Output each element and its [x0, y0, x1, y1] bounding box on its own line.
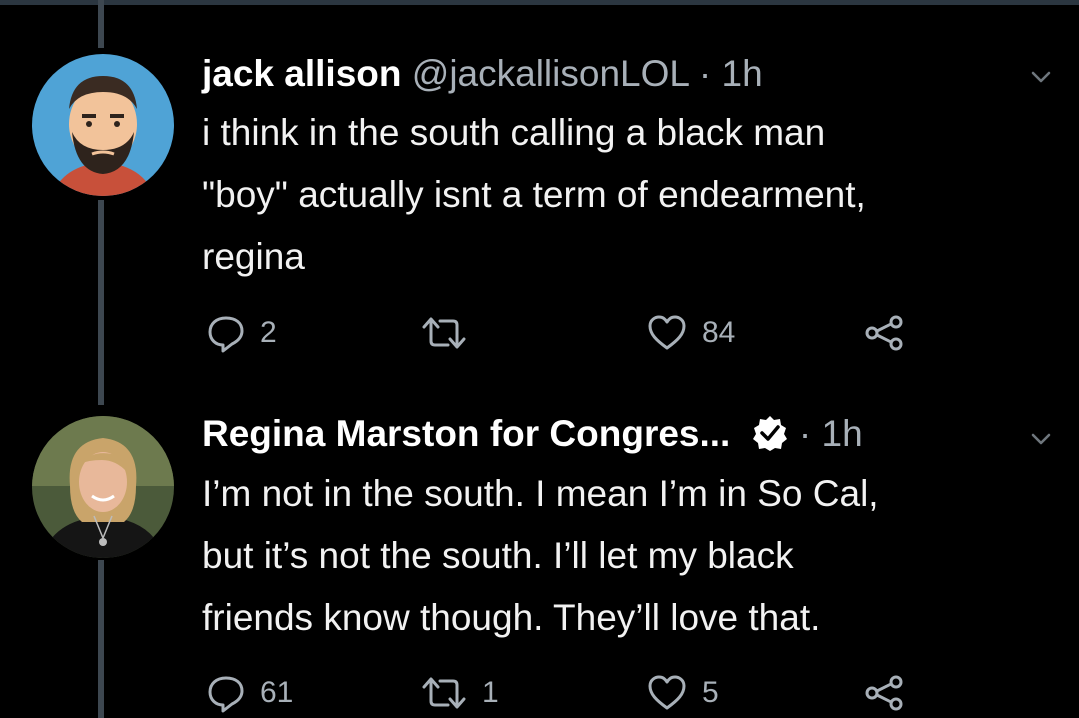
tweet-text-line: regina: [202, 236, 305, 277]
top-divider: [0, 0, 1079, 5]
tweet-text-line: "boy" actually isnt a term of endearment…: [202, 174, 866, 215]
display-name[interactable]: jack allison: [202, 53, 402, 94]
separator-dot: ·: [798, 413, 812, 454]
heart-icon: [648, 315, 686, 350]
tweet-header: jack allison @jackallisonLOL · 1h: [202, 52, 763, 96]
thread-line: [98, 0, 104, 48]
reply-button[interactable]: 61: [206, 668, 293, 718]
like-button[interactable]: 84: [646, 308, 735, 358]
avatar[interactable]: [32, 416, 174, 558]
reply-icon: [208, 676, 244, 713]
tweet-text-line: I’m not in the south. I mean I’m in So C…: [202, 473, 879, 514]
retweet-icon: [422, 677, 466, 709]
tweet-text-line: but it’s not the south. I’ll let my blac…: [202, 535, 794, 576]
tweet-text: I’m not in the south. I mean I’m in So C…: [202, 463, 1062, 649]
retweet-count: 1: [482, 676, 499, 709]
separator-dot: ·: [698, 53, 712, 94]
retweet-button[interactable]: 1: [420, 668, 499, 718]
thread-line: [98, 200, 104, 405]
verified-badge-icon: [752, 416, 787, 452]
tweet-header: Regina Marston for Congres... · 1h: [202, 412, 863, 456]
tweet-actions: 2 84: [200, 308, 960, 358]
retweet-button[interactable]: [420, 308, 482, 358]
tweet-text: i think in the south calling a black man…: [202, 102, 1062, 288]
like-count: 84: [702, 316, 736, 349]
share-icon: [865, 315, 903, 351]
like-count: 5: [702, 676, 719, 709]
display-name[interactable]: Regina Marston for Congres...: [202, 413, 730, 454]
woman-photo-avatar-icon: [32, 416, 174, 558]
timestamp[interactable]: 1h: [822, 413, 863, 454]
share-button[interactable]: [862, 308, 906, 358]
tweet-actions: 61 1 5: [200, 668, 960, 718]
chevron-down-icon[interactable]: [1030, 428, 1052, 450]
reply-count: 2: [260, 316, 277, 349]
reply-count: 61: [260, 676, 294, 709]
tweet-text-line: i think in the south calling a black man: [202, 112, 826, 153]
user-handle[interactable]: @jackallisonLOL: [412, 53, 689, 94]
share-icon: [865, 675, 903, 711]
like-button[interactable]: 5: [646, 668, 719, 718]
chevron-down-icon[interactable]: [1030, 66, 1052, 88]
reply-icon: [208, 316, 244, 353]
avatar[interactable]: [32, 54, 174, 196]
reply-button[interactable]: 2: [206, 308, 277, 358]
timestamp[interactable]: 1h: [722, 53, 763, 94]
cartoon-bearded-man-avatar-icon: [32, 54, 174, 196]
tweet-text-line: friends know though. They’ll love that.: [202, 597, 821, 638]
thread-line: [98, 560, 104, 718]
retweet-icon: [422, 317, 466, 349]
share-button[interactable]: [862, 668, 906, 718]
heart-icon: [648, 675, 686, 710]
